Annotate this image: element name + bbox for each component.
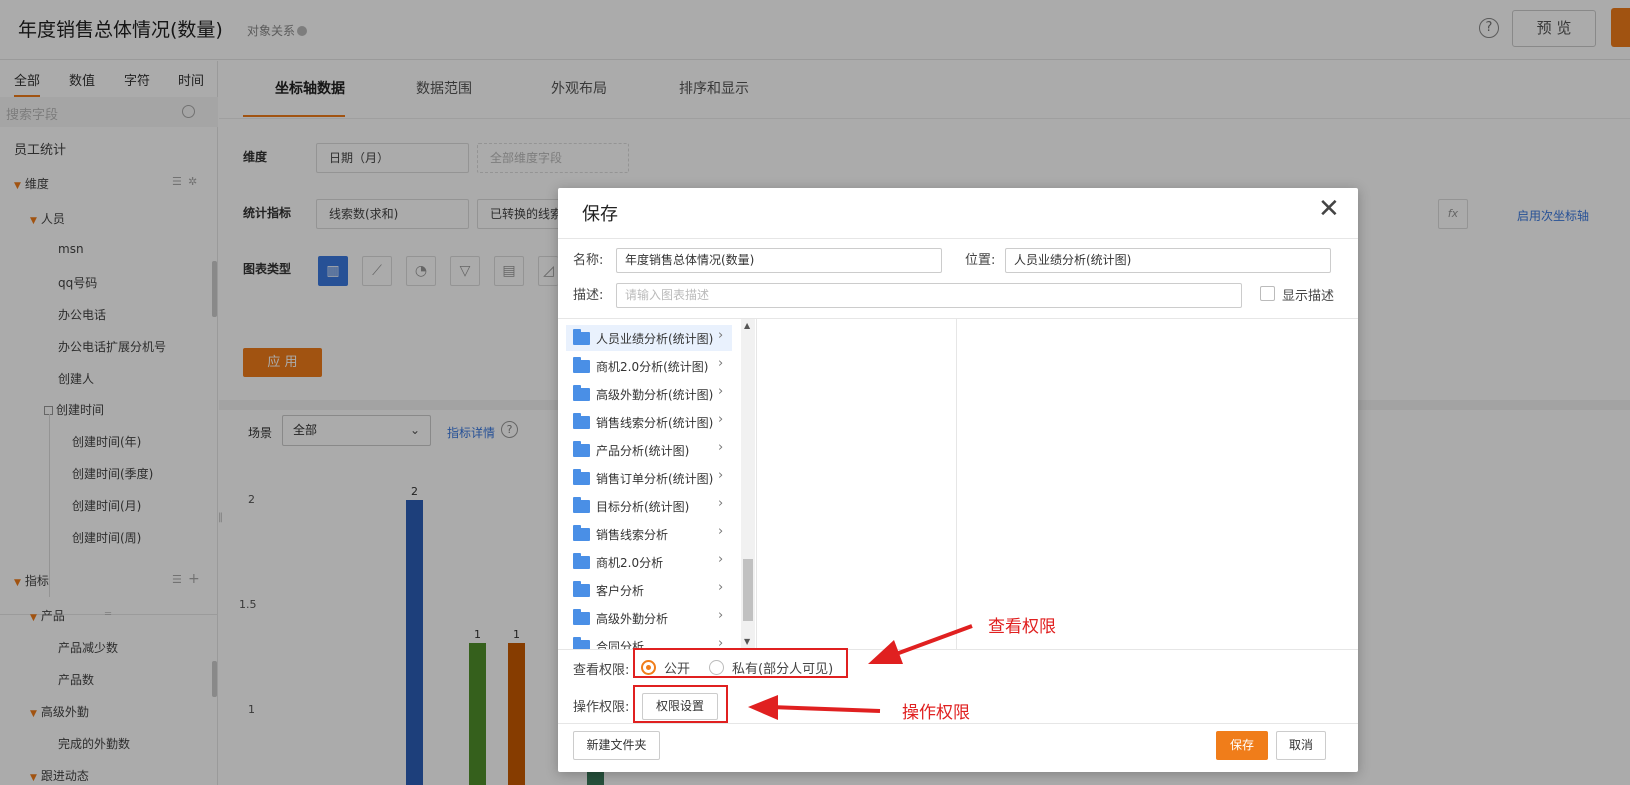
operation-permission-arrow-shaft: [769, 705, 881, 713]
operation-permission-arrowhead-icon: [748, 695, 778, 720]
view-permission-arrow-shaft: [887, 624, 973, 659]
view-permission-arrowhead-icon: [868, 640, 903, 664]
annotation-operation-permission: 操作权限: [902, 703, 970, 723]
annotation-arrows: [748, 624, 973, 720]
annotation-view-permission: 查看权限: [988, 617, 1056, 637]
